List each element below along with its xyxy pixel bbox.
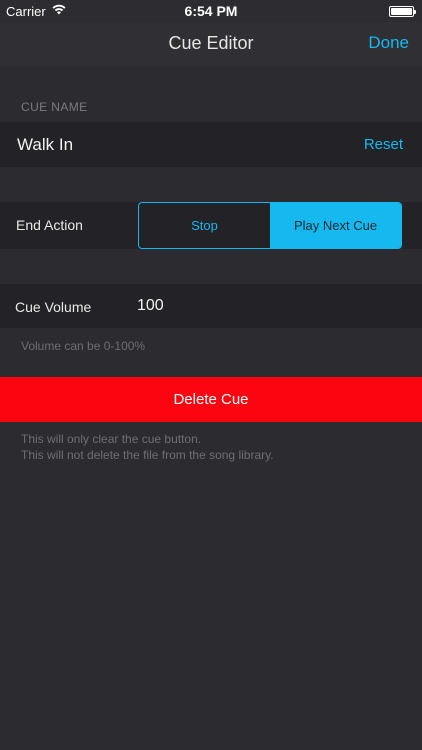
delete-hint-line-1: This will only clear the cue button.: [21, 432, 202, 446]
segment-stop[interactable]: Stop: [139, 203, 270, 248]
end-action-row: End Action Stop Play Next Cue: [0, 202, 422, 249]
cue-name-row: Walk In Reset: [0, 122, 422, 167]
page-title: Cue Editor: [168, 33, 254, 53]
volume-hint: Volume can be 0-100%: [21, 339, 146, 353]
cue-name-field[interactable]: Walk In: [17, 135, 73, 155]
status-bar: Carrier 6:54 PM: [0, 0, 422, 22]
reset-button[interactable]: Reset: [364, 136, 403, 153]
end-action-label: End Action: [16, 217, 83, 233]
segment-play-next-cue[interactable]: Play Next Cue: [270, 203, 401, 248]
delete-hint: This will only clear the cue button. Thi…: [21, 431, 274, 463]
navigation-bar: Cue Editor Done: [0, 22, 422, 66]
done-button[interactable]: Done: [368, 33, 409, 53]
clock: 6:54 PM: [184, 3, 238, 19]
delete-cue-button[interactable]: Delete Cue: [0, 377, 422, 422]
end-action-segmented-control: Stop Play Next Cue: [138, 202, 402, 249]
delete-hint-line-2: This will not delete the file from the s…: [21, 448, 274, 462]
cue-name-header: CUE NAME: [21, 100, 88, 114]
cue-volume-label: Cue Volume: [15, 299, 92, 315]
cue-volume-row: Cue Volume 100: [0, 284, 422, 328]
cue-volume-field[interactable]: 100: [137, 297, 164, 315]
battery-icon: [389, 6, 416, 17]
cue-editor-screen: Carrier 6:54 PM Cue Editor Done CUE NAME…: [0, 0, 422, 750]
